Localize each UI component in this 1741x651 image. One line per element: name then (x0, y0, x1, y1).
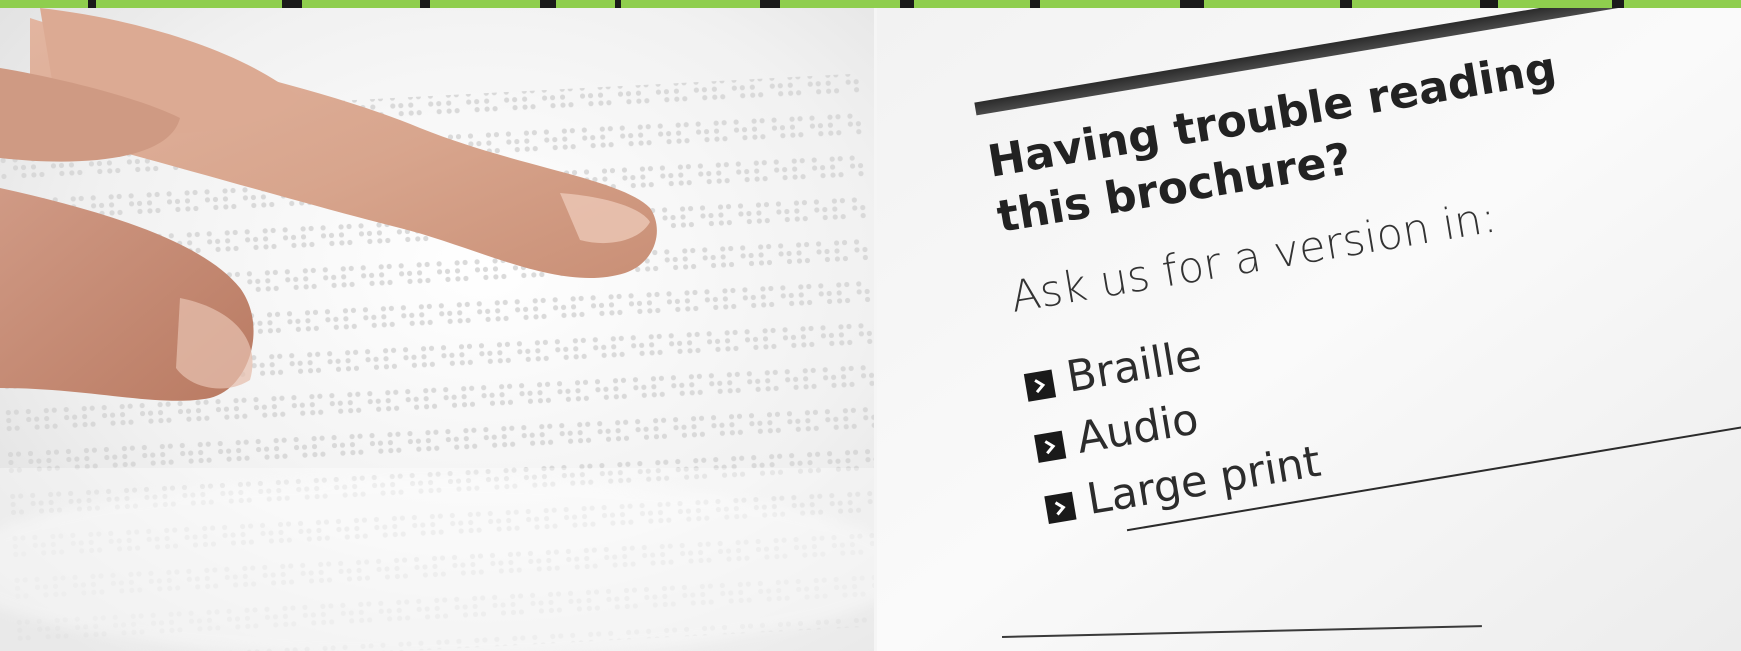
brochure-content: Having trouble reading this brochure? As… (949, 8, 1741, 640)
chevron-right-icon (1023, 369, 1057, 402)
brochure-text-panel: Having trouble reading this brochure? As… (877, 8, 1741, 651)
braille-reading-photo (0, 8, 877, 651)
chevron-right-icon (1034, 430, 1067, 463)
chevron-right-icon (1044, 491, 1077, 525)
brochure-photo: Having trouble reading this brochure? As… (877, 8, 1741, 651)
top-accent-bar (0, 0, 1741, 8)
